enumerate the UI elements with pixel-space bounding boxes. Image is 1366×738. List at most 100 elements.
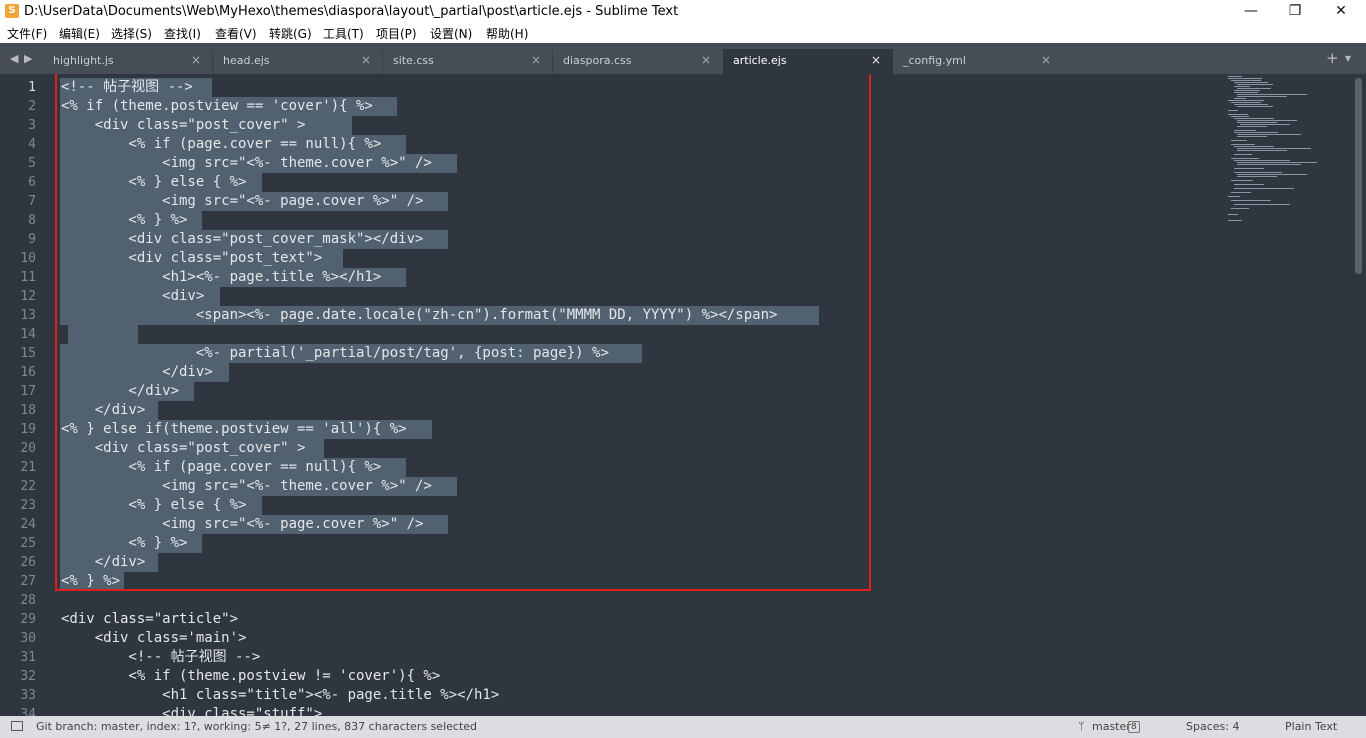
tab-label: head.ejs [223,54,270,67]
line-number: 28 [20,593,36,608]
minimap-line [1231,80,1261,81]
minimap-line [1234,184,1264,185]
tab-config-yml[interactable]: _config.yml × [893,49,1063,74]
tab-highlight-js[interactable]: highlight.js × [43,49,213,74]
minimap-line [1228,100,1264,101]
minimap-line [1228,196,1240,197]
status-branch[interactable]: master [1092,720,1131,733]
line-number-gutter: 1 2 3 4 5 6 7 8 9 10 11 12 13 14 15 16 1… [0,74,48,716]
line-number: 3 [28,118,36,133]
menu-selection[interactable]: 选择(S) [111,25,152,42]
minimap-line [1231,192,1251,193]
line-number: 33 [20,688,36,703]
minimap-line [1237,84,1273,85]
line-number: 22 [20,479,36,494]
minimap-line [1237,162,1317,163]
minimap-line [1234,130,1256,131]
minimap-line [1237,174,1307,175]
minimap-line [1228,76,1242,77]
minimap-line [1237,106,1273,107]
minimap-line [1237,148,1311,149]
code-editor[interactable]: 1 2 3 4 5 6 7 8 9 10 11 12 13 14 15 16 1… [0,74,1366,716]
maximize-button[interactable]: ❐ [1272,0,1318,22]
tab-label: article.ejs [733,54,787,67]
tab-label: site.css [393,54,434,67]
minimap[interactable] [1225,74,1350,234]
vertical-scrollbar[interactable] [1355,78,1362,274]
branch-badge: 8 [1128,721,1140,733]
minimap-line [1234,204,1290,205]
minimap-line [1234,92,1258,93]
minimap-line [1234,132,1278,133]
minimap-line [1231,158,1259,159]
menu-help[interactable]: 帮助(H) [486,25,528,42]
tab-head-ejs[interactable]: head.ejs × [213,49,383,74]
line-number: 7 [28,194,36,209]
minimap-line [1237,120,1297,121]
menu-edit[interactable]: 编辑(E) [59,25,100,42]
toggle-panel-icon[interactable] [11,721,23,731]
tab-close-icon[interactable]: × [871,53,881,67]
minimap-line [1234,104,1268,105]
code-line: <div class="article"> [61,611,239,627]
tab-article-ejs[interactable]: article.ejs × [723,49,893,74]
minimap-line [1237,150,1287,151]
line-number: 31 [20,650,36,665]
window-title: D:\UserData\Documents\Web\MyHexo\themes\… [24,4,679,19]
minimap-line [1237,176,1277,177]
tab-forward-arrow-icon[interactable]: ▶ [24,52,32,65]
close-window-button[interactable]: ✕ [1318,0,1364,22]
code-line: <div class="stuff"> [61,706,323,716]
minimap-line [1234,82,1268,83]
line-number: 16 [20,365,36,380]
tab-site-css[interactable]: site.css × [383,49,553,74]
minimap-line [1234,118,1274,119]
tab-label: diaspora.css [563,54,632,67]
line-number: 21 [20,460,36,475]
minimap-line [1231,180,1253,181]
status-syntax[interactable]: Plain Text [1285,720,1337,733]
minimap-line [1237,96,1287,97]
line-number: 25 [20,536,36,551]
line-number: 8 [28,213,36,228]
tab-list-dropdown-icon[interactable]: ▾ [1345,51,1351,65]
line-number: 34 [20,707,36,716]
new-tab-plus-icon[interactable]: + [1326,49,1339,67]
menu-view[interactable]: 查看(V) [215,25,257,42]
tab-close-icon[interactable]: × [1041,53,1051,67]
status-indentation[interactable]: Spaces: 4 [1186,720,1239,733]
tab-bar: ◀ ▶ highlight.js × head.ejs × site.css ×… [0,43,1366,74]
minimap-line [1237,126,1267,127]
line-number: 9 [28,232,36,247]
minimap-line [1237,88,1271,89]
menu-goto[interactable]: 转跳(G) [269,25,312,42]
minimap-line [1234,188,1294,189]
menu-tools[interactable]: 工具(T) [323,25,364,42]
minimap-line [1234,154,1252,155]
minimap-line [1228,78,1262,79]
line-number: 19 [20,422,36,437]
line-number: 30 [20,631,36,646]
menu-project[interactable]: 项目(P) [376,25,417,42]
minimap-line [1234,98,1246,99]
tab-diaspora-css[interactable]: diaspora.css × [553,49,723,74]
minimap-line [1234,86,1250,87]
code-line: <h1 class="title"><%- page.title %></h1> [61,687,500,703]
line-number: 17 [20,384,36,399]
menu-preferences[interactable]: 设置(N) [430,25,472,42]
tab-close-icon[interactable]: × [701,53,711,67]
menu-find[interactable]: 查找(I) [164,25,201,42]
tab-close-icon[interactable]: × [531,53,541,67]
menu-file[interactable]: 文件(F) [7,25,47,42]
tab-close-icon[interactable]: × [191,53,201,67]
tab-back-arrow-icon[interactable]: ◀ [10,52,18,65]
minimap-line [1237,136,1267,137]
status-bar: Git branch: master, index: 1?, working: … [0,716,1366,738]
minimap-line [1234,160,1290,161]
minimize-button[interactable]: — [1228,0,1274,22]
tab-close-icon[interactable]: × [361,53,371,67]
minimap-line [1237,134,1301,135]
line-number: 5 [28,156,36,171]
minimap-line [1231,116,1249,117]
minimap-line [1228,114,1248,115]
